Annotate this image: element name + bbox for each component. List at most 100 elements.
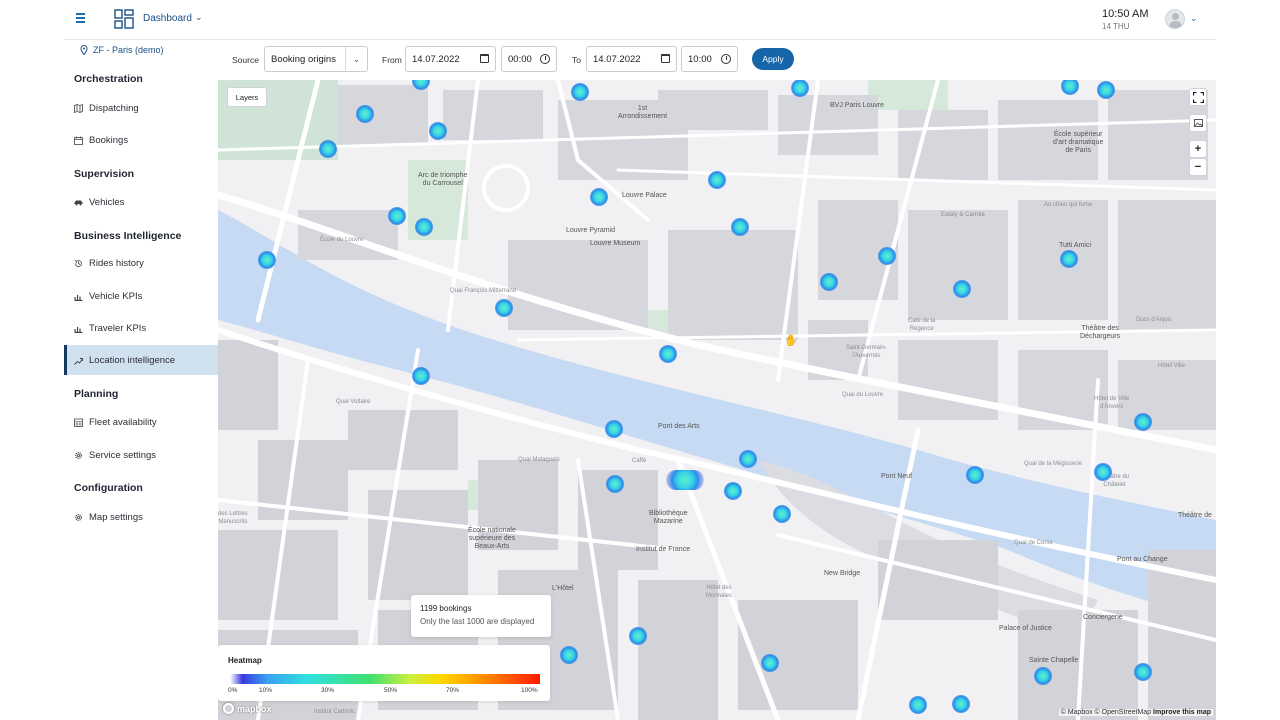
- heatmap-hotspot: [356, 105, 374, 123]
- bookings-count: 1199 bookings: [420, 604, 472, 613]
- sidebar-item-bookings[interactable]: Bookings: [64, 125, 218, 155]
- heatmap-hotspot: [606, 475, 624, 493]
- map-label: 1st Arrondissement: [618, 105, 668, 120]
- improve-map-link[interactable]: Improve this map: [1153, 709, 1211, 716]
- grid-calendar-icon: [74, 418, 83, 427]
- sidebar-item-label: Bookings: [89, 134, 129, 146]
- map-label: Sainte Chapelle: [1029, 657, 1079, 664]
- heatmap-hotspot: [258, 251, 276, 269]
- map-canvas[interactable]: 1st Arrondissement BVJ Paris Louvre École…: [218, 80, 1216, 720]
- map-label: Louvre Pyramid: [566, 227, 616, 234]
- layers-button[interactable]: Layers: [227, 87, 267, 107]
- image-icon[interactable]: [1189, 114, 1207, 132]
- clock-date: 14 THU: [1102, 22, 1130, 31]
- sidebar-item-label: Traveler KPIs: [89, 322, 147, 334]
- sidebar-item-location-intelligence[interactable]: Location intelligence: [64, 345, 218, 375]
- chart-icon: [74, 326, 83, 333]
- to-time-value: 10:00: [688, 53, 712, 65]
- sidebar-item-label: Location intelligence: [89, 354, 176, 366]
- sidebar-item-fleet-availability[interactable]: Fleet availability: [64, 407, 218, 437]
- heatmap-hotspot: [966, 466, 984, 484]
- zoom-in-icon[interactable]: +: [1189, 140, 1207, 158]
- map-label: Quai de la Mégisserie: [1024, 461, 1083, 467]
- calendar-icon[interactable]: [661, 54, 670, 63]
- history-icon: [74, 259, 82, 267]
- map-label: L'Hôtel: [552, 585, 574, 592]
- heatmap-hotspot: [429, 122, 447, 140]
- tenant-selector[interactable]: ZF - Paris (demo): [80, 45, 164, 55]
- map-label: Louvre Museum: [590, 240, 641, 247]
- map-label: École du Louvre: [320, 237, 364, 243]
- map-label: Quai François Mitterrand: [450, 288, 517, 294]
- dashboard-selector[interactable]: Dashboard: [143, 13, 192, 24]
- bookings-tooltip: 1199 bookings Only the last 1000 are dis…: [411, 595, 551, 637]
- analytics-icon: [74, 357, 83, 365]
- sidebar-item-label: Service settings: [89, 449, 157, 461]
- heatmap-hotspot: [1060, 250, 1078, 268]
- source-value: Booking origins: [271, 53, 336, 65]
- map-label: BVJ Paris Louvre: [830, 102, 885, 109]
- zoom-out-icon[interactable]: −: [1189, 158, 1207, 176]
- from-time-value: 00:00: [508, 53, 532, 65]
- from-time-input[interactable]: 00:00: [501, 46, 557, 72]
- section-supervision: Supervision: [74, 168, 135, 180]
- sidebar-item-dispatching[interactable]: Dispatching: [64, 93, 218, 123]
- sidebar-item-traveler-kpis[interactable]: Traveler KPIs: [64, 313, 218, 343]
- fullscreen-icon[interactable]: [1189, 88, 1207, 106]
- heatmap-hotspot: [659, 345, 677, 363]
- map-label: Pont Neuf: [881, 473, 913, 480]
- heatmap-hotspot: [708, 171, 726, 189]
- top-bar: Dashboard ⌄ 10:50 AM 14 THU ⌄: [0, 0, 1280, 40]
- map-label: Eataly & Carrola: [941, 212, 985, 218]
- apply-button[interactable]: Apply: [752, 48, 794, 70]
- heatmap-hotspot: [319, 140, 337, 158]
- mapbox-logo[interactable]: mapbox: [223, 703, 272, 714]
- sidebar-item-service-settings[interactable]: Service settings: [64, 440, 218, 470]
- chart-icon: [74, 294, 83, 301]
- sidebar-item-label: Vehicle KPIs: [89, 290, 143, 302]
- gear-icon: [75, 513, 82, 521]
- avatar[interactable]: [1165, 9, 1185, 29]
- heatmap-hotspot: [1097, 81, 1115, 99]
- heatmap-hotspot: [1094, 463, 1112, 481]
- sidebar-item-vehicle-kpis[interactable]: Vehicle KPIs: [64, 281, 218, 311]
- bookings-note: Only the last 1000 are displayed: [420, 617, 535, 626]
- map-label: Café de la Régence: [908, 318, 936, 332]
- to-time-input[interactable]: 10:00: [681, 46, 738, 72]
- chevron-down-icon[interactable]: ⌄: [195, 12, 203, 23]
- clock-icon[interactable]: [721, 54, 731, 64]
- chevron-down-icon[interactable]: ⌄: [1190, 13, 1198, 24]
- source-select[interactable]: Booking origins ⌄: [264, 46, 368, 72]
- legend-tick: 100%: [521, 687, 538, 694]
- sidebar-item-label: Map settings: [89, 511, 143, 523]
- map-label: Pont des Arts: [658, 423, 700, 430]
- map-attribution[interactable]: © Mapbox © OpenStreetMap Improve this ma…: [1058, 709, 1213, 716]
- legend-tick: 30%: [321, 687, 335, 694]
- chevron-down-icon: ⌄: [345, 47, 367, 71]
- map-label: Hôtel de Ville d'Anvers: [1094, 396, 1130, 410]
- sidebar: ZF - Paris (demo) Orchestration Dispatch…: [64, 40, 218, 720]
- heatmap-hotspot: [495, 299, 513, 317]
- heatmap-hotspot: [773, 505, 791, 523]
- clock-icon[interactable]: [540, 54, 550, 64]
- map-label: Arc de triomphe du Carrousel: [418, 172, 468, 187]
- map-label: Quai Malaquais: [518, 457, 560, 463]
- sidebar-item-label: Vehicles: [89, 196, 125, 208]
- sidebar-item-map-settings[interactable]: Map settings: [64, 502, 218, 532]
- map-label: Institut de France: [636, 546, 691, 553]
- source-label: Source: [232, 55, 259, 65]
- menu-icon[interactable]: [76, 13, 86, 23]
- map-label: Ducs d'Anjou: [1136, 317, 1172, 323]
- dashboard-icon[interactable]: [114, 9, 134, 29]
- attribution-text[interactable]: © Mapbox © OpenStreetMap: [1061, 709, 1151, 716]
- to-label: To: [572, 55, 581, 65]
- from-date-input[interactable]: 14.07.2022: [405, 46, 496, 72]
- legend-tick: 10%: [259, 687, 273, 694]
- from-date-value: 14.07.2022: [412, 53, 460, 65]
- to-date-input[interactable]: 14.07.2022: [586, 46, 677, 72]
- heatmap-hotspot: [820, 273, 838, 291]
- heatmap-hotspot: [590, 188, 608, 206]
- sidebar-item-vehicles[interactable]: Vehicles: [64, 187, 218, 217]
- calendar-icon[interactable]: [480, 54, 489, 63]
- sidebar-item-rides-history[interactable]: Rides history: [64, 248, 218, 278]
